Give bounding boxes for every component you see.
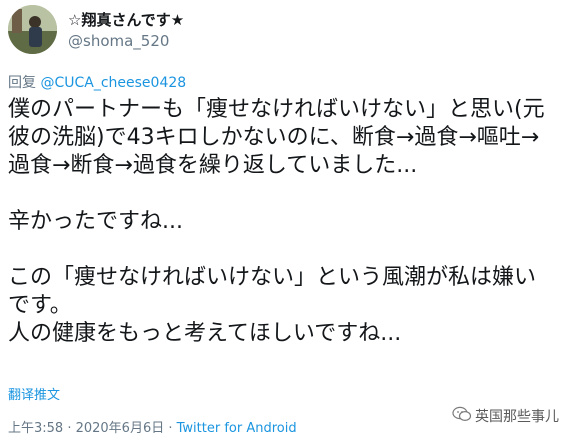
watermark-text: 英国那些事儿 — [475, 409, 559, 425]
tweet-line: 彼の洗脳)で43キロしかないのに、断食→過食→嘔吐→ — [8, 125, 540, 150]
translate-tweet-link[interactable]: 翻译推文 — [8, 384, 60, 403]
avatar[interactable] — [8, 5, 57, 54]
user-handle[interactable]: @shoma_520 — [68, 32, 169, 50]
tweet-text: 僕のパートナーも「痩せなければいけない」と思い(元 彼の洗脳)で43キロしかない… — [8, 96, 583, 348]
tweet-line: 辛かったですね... — [8, 209, 183, 234]
timestamp[interactable]: 上午3:58 · 2020年6月6日 · — [8, 421, 177, 436]
tweet-meta: 上午3:58 · 2020年6月6日 · Twitter for Android — [8, 417, 297, 436]
watermark: 英国那些事儿 — [452, 406, 559, 426]
tweet-line-blank — [8, 236, 583, 264]
reply-context: 回复 @CUCA_cheese0428 — [8, 72, 186, 92]
tweet-line: この「痩せなければいけない」という風潮が私は嫌い — [8, 265, 537, 290]
tweet-line: 過食→断食→過食を繰り返していました... — [8, 153, 418, 178]
tweet-line: 人の健康をもっと考えてほしいですね... — [8, 321, 402, 346]
reply-mention-link[interactable]: @CUCA_cheese0428 — [40, 75, 186, 91]
tweet-line-blank — [8, 180, 583, 208]
wechat-icon — [452, 406, 472, 426]
tweet-line: です。 — [8, 293, 72, 318]
source-link[interactable]: Twitter for Android — [177, 421, 297, 436]
reply-prefix: 回复 — [8, 75, 41, 91]
tweet-line: 僕のパートナーも「痩せなければいけない」と思い(元 — [8, 97, 545, 122]
display-name[interactable]: ☆翔真さんです★ — [68, 9, 184, 30]
